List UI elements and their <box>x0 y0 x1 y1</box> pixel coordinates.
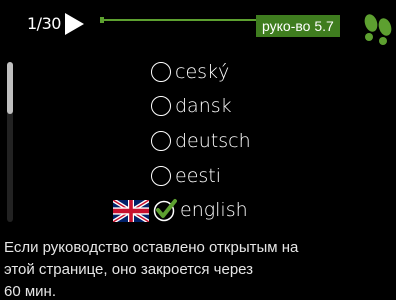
header-divider <box>100 17 257 23</box>
language-label: dansk <box>175 95 232 117</box>
check-icon[interactable] <box>153 198 177 222</box>
language-option-deutsch[interactable]: deutsch <box>151 128 251 154</box>
footprints-icon <box>364 14 392 45</box>
page-counter: 1/30 <box>27 14 61 33</box>
info-text: Если руководство оставлено открытым на э… <box>4 237 392 300</box>
manual-section-badge: руко-во 5.7 <box>256 15 340 37</box>
language-option-dansk[interactable]: dansk <box>151 93 232 119</box>
scrollbar-thumb[interactable] <box>7 62 13 114</box>
info-line: этой странице, оно закроется через <box>4 261 254 278</box>
language-option-english[interactable]: english <box>153 197 248 223</box>
language-label: eesti <box>175 165 222 187</box>
radio-unchecked-icon[interactable] <box>151 96 171 116</box>
language-label: ceský <box>175 61 230 83</box>
radio-unchecked-icon[interactable] <box>151 62 171 82</box>
manual-screen: 1/30 руко-во 5.7 ceský dansk deutsch ees… <box>0 0 396 300</box>
info-line: Если руководство оставлено открытым на <box>4 239 299 256</box>
uk-flag-icon <box>113 200 149 222</box>
scrollbar[interactable] <box>7 62 13 222</box>
language-option-eesti[interactable]: eesti <box>151 163 221 189</box>
language-option-cesky[interactable]: ceský <box>151 59 229 85</box>
info-line: 60 мин. <box>4 283 56 300</box>
radio-unchecked-icon[interactable] <box>151 131 171 151</box>
radio-unchecked-icon[interactable] <box>151 166 171 186</box>
play-icon[interactable] <box>65 13 84 35</box>
language-label: english <box>180 199 248 221</box>
language-label: deutsch <box>175 130 251 152</box>
